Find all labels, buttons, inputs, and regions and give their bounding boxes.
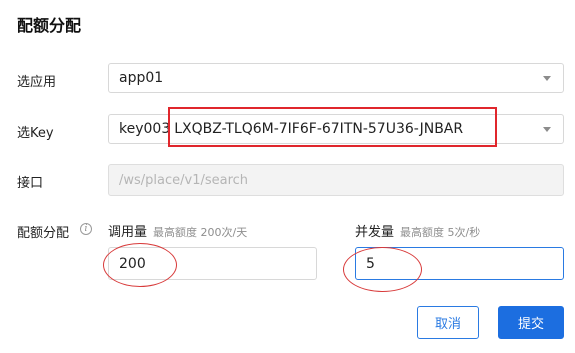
api-label: 接口 — [17, 176, 44, 191]
concurrency-label-text: 并发量 — [355, 225, 395, 240]
concurrency-hint: 最高额度 5次/秒 — [400, 226, 481, 239]
submit-button[interactable]: 提交 — [498, 306, 564, 339]
key-select-prefix: key003 — [119, 121, 171, 137]
chevron-down-icon — [543, 127, 551, 132]
api-input-placeholder: /ws/place/v1/search — [119, 172, 249, 188]
concurrency-label: 并发量 最高额度 5次/秒 — [355, 221, 480, 240]
info-icon[interactable]: i — [80, 223, 92, 235]
concurrency-highlight-ellipse — [343, 247, 422, 292]
quota-label: 配额分配 — [17, 226, 70, 241]
key-highlight-box — [168, 107, 497, 147]
calls-label: 调用量 最高额度 200次/天 — [108, 221, 247, 240]
cancel-button[interactable]: 取消 — [417, 306, 479, 339]
chevron-down-icon — [543, 76, 551, 81]
calls-hint: 最高额度 200次/天 — [153, 226, 248, 239]
app-select-value: app01 — [119, 70, 164, 86]
calls-label-text: 调用量 — [108, 225, 148, 240]
key-label: 选Key — [17, 126, 54, 141]
dialog-title: 配额分配 — [17, 16, 82, 35]
api-input: /ws/place/v1/search — [108, 164, 564, 196]
app-select[interactable]: app01 — [108, 63, 564, 93]
calls-highlight-ellipse — [103, 243, 177, 287]
app-label: 选应用 — [17, 75, 57, 90]
